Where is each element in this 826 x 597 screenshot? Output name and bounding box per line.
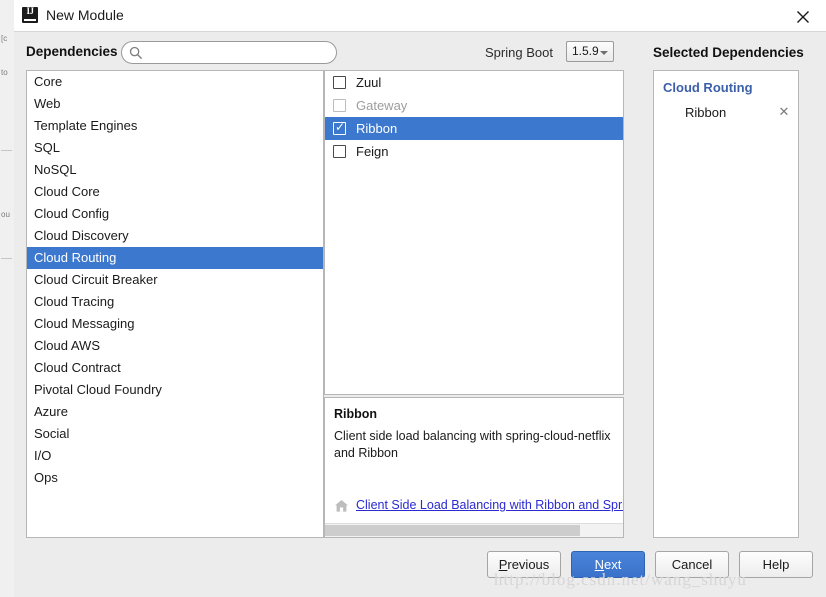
intellij-idea-icon: IJ (22, 6, 38, 23)
category-item[interactable]: Cloud Tracing (27, 291, 323, 313)
search-icon (129, 46, 143, 63)
next-button-label: ext (604, 557, 622, 572)
category-item[interactable]: Core (27, 71, 323, 93)
search-input-wrapper[interactable] (121, 41, 337, 64)
category-item-label: Cloud Discovery (34, 228, 129, 243)
dependency-checkbox[interactable]: ✓ (333, 120, 346, 135)
chevron-down-icon (600, 51, 608, 55)
category-item[interactable]: SQL (27, 137, 323, 159)
category-item-label: Cloud Messaging (34, 316, 135, 331)
description-link[interactable]: Client Side Load Balancing with Ribbon a… (356, 498, 623, 512)
selected-dependency-label: Ribbon (685, 105, 727, 120)
dependency-item[interactable]: Zuul (325, 71, 623, 94)
dependency-checkbox (333, 99, 346, 112)
category-item-label: Cloud Routing (34, 250, 117, 265)
category-list[interactable]: Core Web Template Engines SQL NoSQL Cloud Cor… (26, 70, 324, 538)
next-button-mnemonic: N (594, 557, 605, 572)
category-item-label: Cloud Core (34, 184, 100, 199)
backdrop-text: to (1, 68, 8, 77)
category-item[interactable]: Template Engines (27, 115, 323, 137)
previous-button-label: revious (507, 557, 550, 572)
spring-boot-version-value: 1.5.9 (572, 44, 599, 58)
category-item[interactable]: Cloud AWS (27, 335, 323, 357)
category-item-label: Cloud Contract (34, 360, 121, 375)
category-item[interactable]: Cloud Routing (27, 247, 323, 269)
selected-dependencies-panel: Cloud Routing Ribbon ✕ (653, 70, 799, 538)
category-item[interactable]: Cloud Discovery (27, 225, 323, 247)
selected-group-label: Cloud Routing (663, 80, 753, 95)
backdrop-text: [c (1, 34, 8, 43)
help-button[interactable]: Help (739, 551, 813, 578)
dependency-checkbox[interactable] (333, 145, 346, 158)
selected-dependencies-label: Selected Dependencies (653, 45, 804, 60)
description-body: Client side load balancing with spring-c… (334, 429, 615, 460)
backdrop-text: ou (1, 210, 10, 219)
category-item-label: Ops (34, 470, 58, 485)
cancel-button[interactable]: Cancel (655, 551, 729, 578)
category-item[interactable]: Cloud Config (27, 203, 323, 225)
new-module-dialog: IJ New Module Dependencies Spring Boot 1… (14, 0, 826, 597)
scrollbar-thumb[interactable] (325, 525, 580, 536)
next-button[interactable]: Next (571, 551, 645, 578)
category-item[interactable]: Cloud Messaging (27, 313, 323, 335)
check-icon: ✓ (335, 120, 346, 134)
dependencies-label: Dependencies (26, 44, 118, 59)
close-icon[interactable] (780, 0, 826, 30)
dependency-item: Gateway (325, 94, 623, 117)
dependency-item-label: Ribbon (356, 121, 398, 136)
category-item[interactable]: Pivotal Cloud Foundry (27, 379, 323, 401)
remove-dependency-icon[interactable]: ✕ (777, 104, 791, 120)
dependency-item-label: Zuul (356, 75, 382, 90)
category-item-label: SQL (34, 140, 61, 155)
home-icon (334, 499, 349, 513)
category-item[interactable]: Azure (27, 401, 323, 423)
category-item-label: Core (34, 74, 63, 89)
dependency-item-label: Feign (356, 144, 389, 159)
spring-boot-version-dropdown[interactable]: 1.5.9 (566, 41, 614, 62)
category-item-label: Template Engines (34, 118, 138, 133)
category-item-label: Pivotal Cloud Foundry (34, 382, 162, 397)
horizontal-scrollbar[interactable] (325, 523, 623, 537)
category-item[interactable]: Cloud Circuit Breaker (27, 269, 323, 291)
category-item[interactable]: NoSQL (27, 159, 323, 181)
description-title: Ribbon (334, 407, 378, 421)
category-item-label: Web (34, 96, 61, 111)
dependency-item-label: Gateway (356, 98, 408, 113)
category-item[interactable]: Web (27, 93, 323, 115)
category-item-label: NoSQL (34, 162, 77, 177)
window-title: New Module (46, 7, 124, 23)
title-bar: IJ New Module (14, 0, 826, 32)
category-item[interactable]: Cloud Core (27, 181, 323, 203)
previous-button[interactable]: Previous (487, 551, 561, 578)
spring-boot-label: Spring Boot (485, 45, 553, 60)
dependency-item[interactable]: Feign (325, 140, 623, 163)
category-item-label: Cloud Tracing (34, 294, 115, 309)
dependency-item[interactable]: ✓ Ribbon (325, 117, 623, 140)
category-item-label: I/O (34, 448, 52, 463)
category-item-label: Cloud Config (34, 206, 110, 221)
selected-dependency-item[interactable]: Ribbon ✕ (663, 104, 791, 124)
category-item-label: Cloud AWS (34, 338, 100, 353)
dependency-list[interactable]: Zuul Gateway ✓ Ribbon Feign (324, 70, 624, 395)
dependency-checkbox[interactable] (333, 76, 346, 89)
category-item[interactable]: Cloud Contract (27, 357, 323, 379)
backdrop-divider (1, 258, 12, 259)
category-item-label: Social (34, 426, 70, 441)
backdrop-divider (1, 150, 12, 151)
category-item-label: Cloud Circuit Breaker (34, 272, 158, 287)
category-item-label: Azure (34, 404, 68, 419)
category-item[interactable]: I/O (27, 445, 323, 467)
background-ide-strip: [c to ou (0, 0, 15, 597)
category-item[interactable]: Social (27, 423, 323, 445)
category-item[interactable]: Ops (27, 467, 323, 489)
description-panel: Ribbon Client side load balancing with s… (324, 397, 624, 538)
search-input[interactable] (148, 44, 334, 63)
